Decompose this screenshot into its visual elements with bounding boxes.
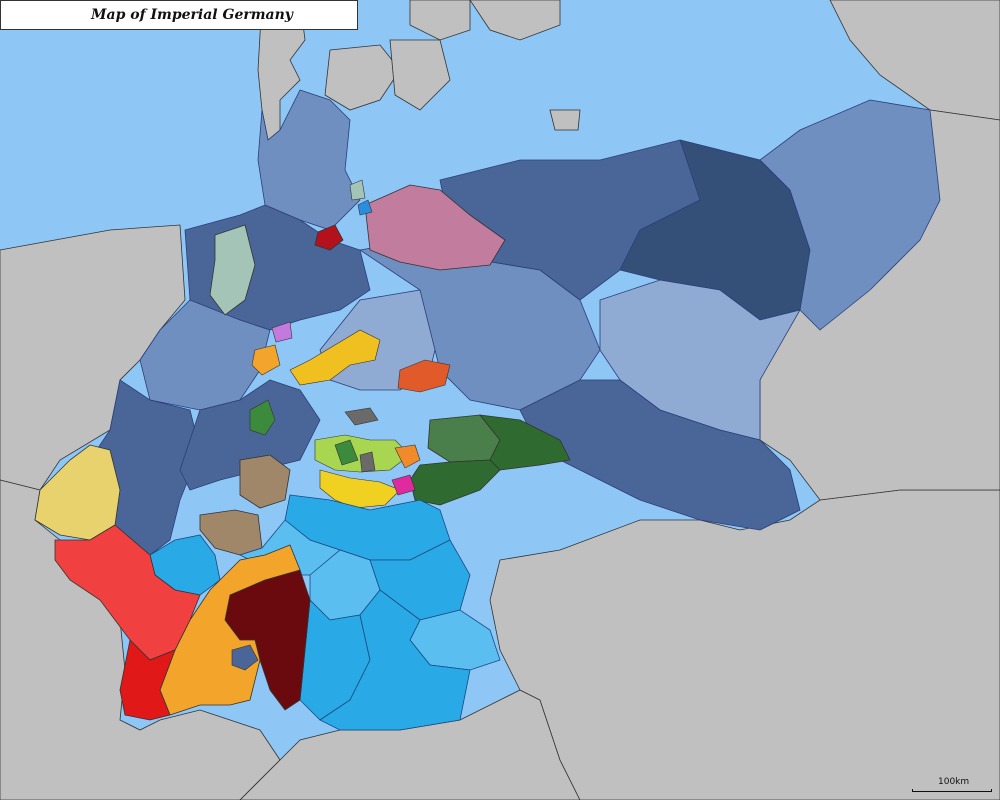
thuringia-grey (359, 451, 376, 473)
scale-bar-widget: 100km (912, 777, 992, 793)
scale-bar (912, 789, 992, 792)
map-of-imperial-germany (0, 0, 1000, 800)
scale-label: 100km (938, 777, 970, 787)
map-title: Map of Imperial Germany (91, 7, 293, 23)
title-box: Map of Imperial Germany (0, 0, 358, 30)
